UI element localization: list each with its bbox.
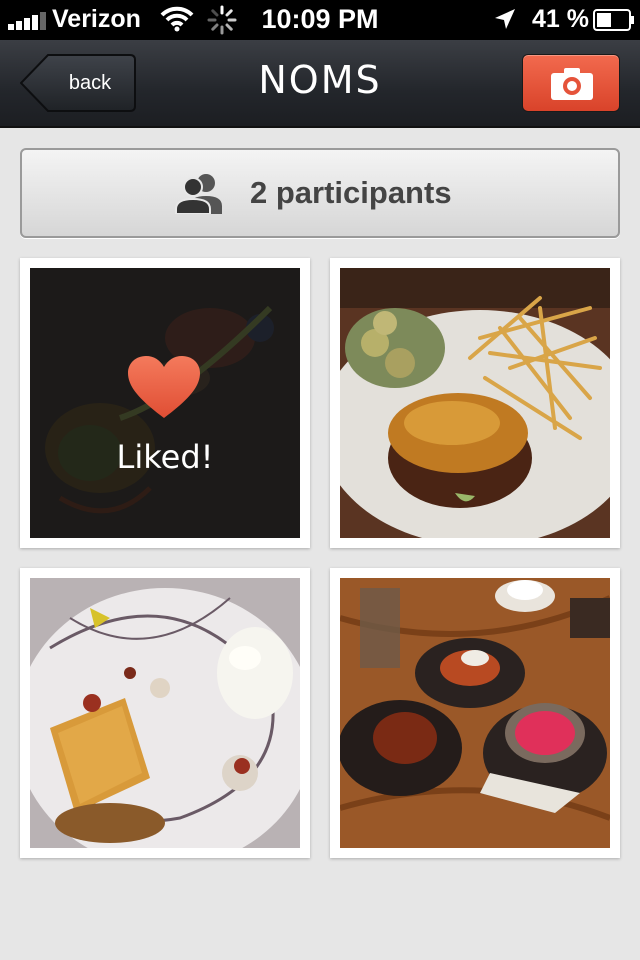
camera-button[interactable] <box>522 54 620 112</box>
status-bar: Verizon 10:09 PM 41 % <box>0 0 640 40</box>
photo-tile-1[interactable]: Liked! <box>20 258 310 548</box>
participants-label: 2 participants <box>250 175 452 210</box>
photo-tile-4[interactable] <box>330 568 620 858</box>
location-arrow-icon <box>495 9 515 29</box>
camera-icon <box>551 68 593 100</box>
battery-icon <box>593 9 634 31</box>
battery-percent: 41 % <box>532 5 589 33</box>
photo-tile-3[interactable] <box>20 568 310 858</box>
nav-bar: back NOMS <box>0 40 640 128</box>
photo-tile-2[interactable] <box>330 258 620 548</box>
food-photo: Liked! <box>30 268 300 538</box>
food-photo <box>340 578 610 848</box>
participants-button[interactable]: 2 participants <box>20 148 620 238</box>
people-icon <box>175 174 222 214</box>
food-photo <box>340 268 610 538</box>
food-photo <box>30 578 300 848</box>
liked-label: Liked! <box>116 438 214 476</box>
heart-icon <box>128 356 200 418</box>
liked-overlay: Liked! <box>30 268 300 538</box>
